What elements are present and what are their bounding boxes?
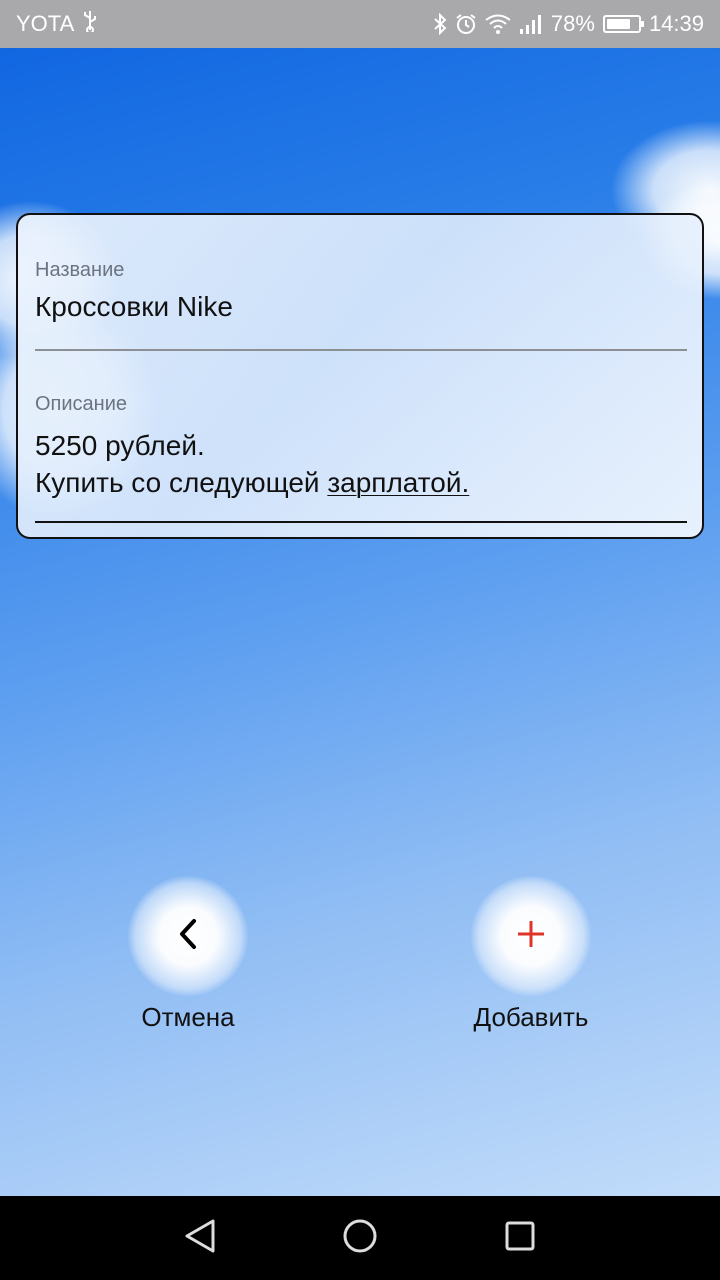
battery-fill: [606, 19, 631, 29]
home-nav-button[interactable]: [330, 1208, 390, 1268]
name-field-label: Название: [35, 259, 125, 281]
status-right: 78% 14:39: [433, 11, 704, 37]
add-label: Добавить: [473, 1002, 589, 1032]
description-line-2: Купить со следующей зарплатой.: [35, 464, 469, 501]
item-form-card: Название Кроссовки Nike Описание 5250 ру…: [16, 213, 704, 539]
plus-icon: [515, 918, 547, 955]
carrier-name: YOTA: [16, 11, 75, 36]
status-left: YOTA: [16, 10, 98, 38]
description-field-label: Описание: [35, 393, 128, 415]
status-bar: YOTA 78% 14:39: [0, 0, 720, 48]
recents-nav-button[interactable]: [490, 1208, 550, 1268]
name-field[interactable]: Кроссовки Nike: [35, 291, 233, 323]
signal-icon: [519, 14, 543, 34]
cancel-button[interactable]: Отмена: [88, 876, 288, 1033]
navigation-bar: [0, 1196, 720, 1280]
cancel-label: Отмена: [141, 1002, 235, 1032]
battery-icon: [602, 15, 644, 33]
wifi-icon: [485, 14, 511, 34]
bluetooth-icon: [433, 13, 447, 35]
chevron-left-icon: [176, 917, 200, 956]
home-circle-icon: [342, 1218, 378, 1259]
cancel-button-circle[interactable]: [128, 876, 248, 996]
back-triangle-icon: [183, 1218, 217, 1259]
spellcheck-underlined-word: зарплатой.: [327, 467, 470, 498]
clock: 14:39: [648, 11, 704, 36]
add-button-circle[interactable]: [471, 876, 591, 996]
description-field[interactable]: 5250 рублей. Купить со следующей зарплат…: [35, 427, 469, 501]
description-field-underline: [35, 521, 687, 523]
add-button[interactable]: Добавить: [431, 876, 631, 1033]
battery-percent: 78%: [550, 11, 595, 36]
description-line-1: 5250 рублей.: [35, 430, 205, 461]
usb-icon: [82, 10, 98, 38]
back-nav-button[interactable]: [170, 1208, 230, 1268]
name-field-underline: [35, 349, 687, 351]
recents-square-icon: [504, 1220, 536, 1257]
alarm-icon: [455, 13, 477, 35]
description-line-2-prefix: Купить со следующей: [35, 467, 328, 498]
